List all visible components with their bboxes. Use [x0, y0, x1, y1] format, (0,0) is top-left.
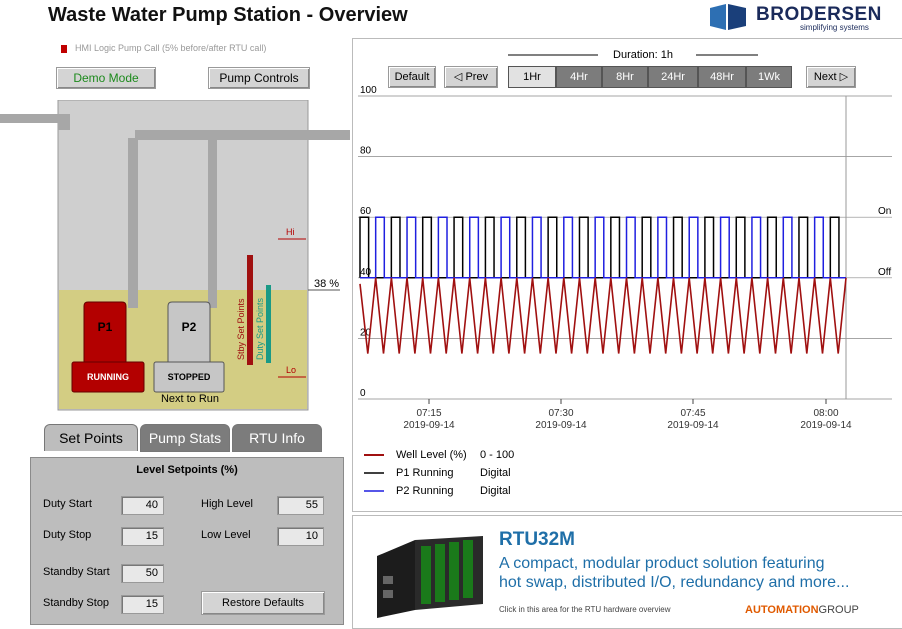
low-level-label: Low Level — [201, 529, 251, 541]
ad-line-2: hot swap, distributed I/O, redundancy an… — [499, 574, 850, 591]
duty-setpoint-bar — [266, 285, 271, 363]
duration-label: Duration: 1h — [613, 49, 673, 61]
automation-group-logo: AUTOMATIONGROUP — [745, 604, 859, 616]
duty-start-label: Duty Start — [43, 498, 92, 510]
logo-tagline: simplifying systems — [800, 23, 869, 32]
standby-start-field[interactable]: 50 — [121, 564, 164, 583]
next-button[interactable]: Next ▷ — [806, 66, 856, 88]
y-tick-label: 40 — [360, 267, 372, 278]
series-well-level — [359, 277, 847, 354]
legend-p1-running: P1 Running — [396, 467, 454, 479]
setpoints-header: Level Setpoints (%) — [136, 464, 238, 476]
pump-p2-label: P2 — [181, 320, 197, 334]
digital-off-label: Off — [878, 267, 891, 278]
demo-mode-button[interactable]: Demo Mode — [56, 67, 156, 89]
pump-p2-status: STOPPED — [167, 372, 211, 382]
setpoints-panel: Level Setpoints (%) Duty Start 40 High L… — [30, 457, 344, 625]
y-tick-label: 80 — [360, 146, 372, 157]
next-arrow-icon: ▷ — [836, 71, 849, 83]
x-tick-time: 07:45 — [680, 408, 705, 419]
level-percent: 38 % — [314, 278, 340, 290]
legend-p1-range: Digital — [480, 467, 511, 479]
stby-setpoints-label: Stby Set Points — [236, 298, 246, 360]
legend-well-level-range: 0 - 100 — [480, 449, 515, 461]
x-tick-date: 2019-09-14 — [800, 420, 852, 431]
brand-light: GROUP — [818, 604, 859, 616]
duty-stop-label: Duty Stop — [43, 529, 92, 541]
x-tick-time: 07:30 — [548, 408, 573, 419]
legend-p2-running: P2 Running — [396, 485, 454, 497]
discharge-header — [135, 130, 350, 140]
hi-label: Hi — [286, 227, 295, 237]
discharge-pipe-p2 — [208, 138, 217, 308]
digital-on-label: On — [878, 206, 891, 217]
company-logo: BRODERSEN simplifying systems — [708, 2, 888, 34]
standby-start-label: Standby Start — [43, 566, 110, 578]
ad-click-note: Click in this area for the RTU hardware … — [499, 605, 671, 614]
ad-title: RTU32M — [499, 529, 576, 550]
duration-24hr-button[interactable]: 24Hr — [648, 66, 698, 88]
page-title: Waste Water Pump Station - Overview — [48, 4, 408, 26]
default-button[interactable]: Default — [388, 66, 436, 88]
standby-stop-label: Standby Stop — [43, 597, 110, 609]
high-level-field[interactable]: 55 — [277, 496, 324, 515]
pump-controls-button[interactable]: Pump Controls — [208, 67, 310, 89]
legend-p2-range: Digital — [480, 485, 511, 497]
tab-set-points[interactable]: Set Points — [44, 424, 138, 451]
prev-button[interactable]: ◁ Prev — [444, 66, 498, 88]
legend-well-level: Well Level (%) — [396, 449, 467, 461]
standby-stop-field[interactable]: 15 — [121, 595, 164, 614]
duration-8hr-button[interactable]: 8Hr — [602, 66, 648, 88]
prev-arrow-icon: ◁ — [453, 71, 466, 83]
low-level-field[interactable]: 10 — [277, 527, 324, 546]
x-tick-time: 08:00 — [813, 408, 838, 419]
x-tick-date: 2019-09-14 — [403, 420, 455, 431]
trend-chart[interactable]: 02040608010007:152019-09-1407:302019-09-… — [352, 86, 902, 446]
x-tick-time: 07:15 — [416, 408, 441, 419]
restore-defaults-button[interactable]: Restore Defaults — [201, 591, 325, 615]
duty-setpoints-label: Duty Set Points — [255, 297, 265, 360]
y-tick-label: 0 — [360, 388, 366, 399]
next-to-run-label: Next to Run — [160, 393, 220, 405]
tab-pump-stats[interactable]: Pump Stats — [140, 424, 230, 452]
series-p1-running — [359, 216, 846, 279]
series-p2-running — [360, 216, 846, 279]
y-tick-label: 100 — [360, 86, 377, 96]
hmi-call-indicator — [61, 45, 67, 53]
tab-rtu-info[interactable]: RTU Info — [232, 424, 322, 452]
duty-start-field[interactable]: 40 — [121, 496, 164, 515]
rtu-hardware-banner[interactable]: RTU32M A compact, modular product soluti… — [352, 515, 902, 629]
y-tick-label: 60 — [360, 206, 372, 217]
pump-p1-status: RUNNING — [87, 372, 129, 382]
high-level-label: High Level — [201, 498, 253, 510]
brand-bold: AUTOMATION — [745, 604, 819, 616]
duty-stop-field[interactable]: 15 — [121, 527, 164, 546]
duration-4hr-button[interactable]: 4Hr — [556, 66, 602, 88]
next-button-label: Next — [813, 71, 837, 83]
x-tick-date: 2019-09-14 — [667, 420, 719, 431]
ad-line-1: A compact, modular product solution feat… — [499, 555, 825, 572]
pump-p1-label: P1 — [97, 320, 113, 334]
x-tick-date: 2019-09-14 — [535, 420, 587, 431]
discharge-pipe-p1 — [128, 138, 138, 308]
duration-48hr-button[interactable]: 48Hr — [698, 66, 746, 88]
rtu-hardware-image — [377, 536, 483, 618]
hmi-note: HMI Logic Pump Call (5% before/after RTU… — [75, 43, 267, 53]
lo-label: Lo — [286, 365, 297, 375]
duration-1hr-button[interactable]: 1Hr — [508, 66, 556, 88]
logo-mark-icon — [710, 4, 746, 30]
duration-1wk-button[interactable]: 1Wk — [746, 66, 792, 88]
prev-button-label: Prev — [465, 71, 489, 83]
legend-swatches — [364, 454, 384, 492]
